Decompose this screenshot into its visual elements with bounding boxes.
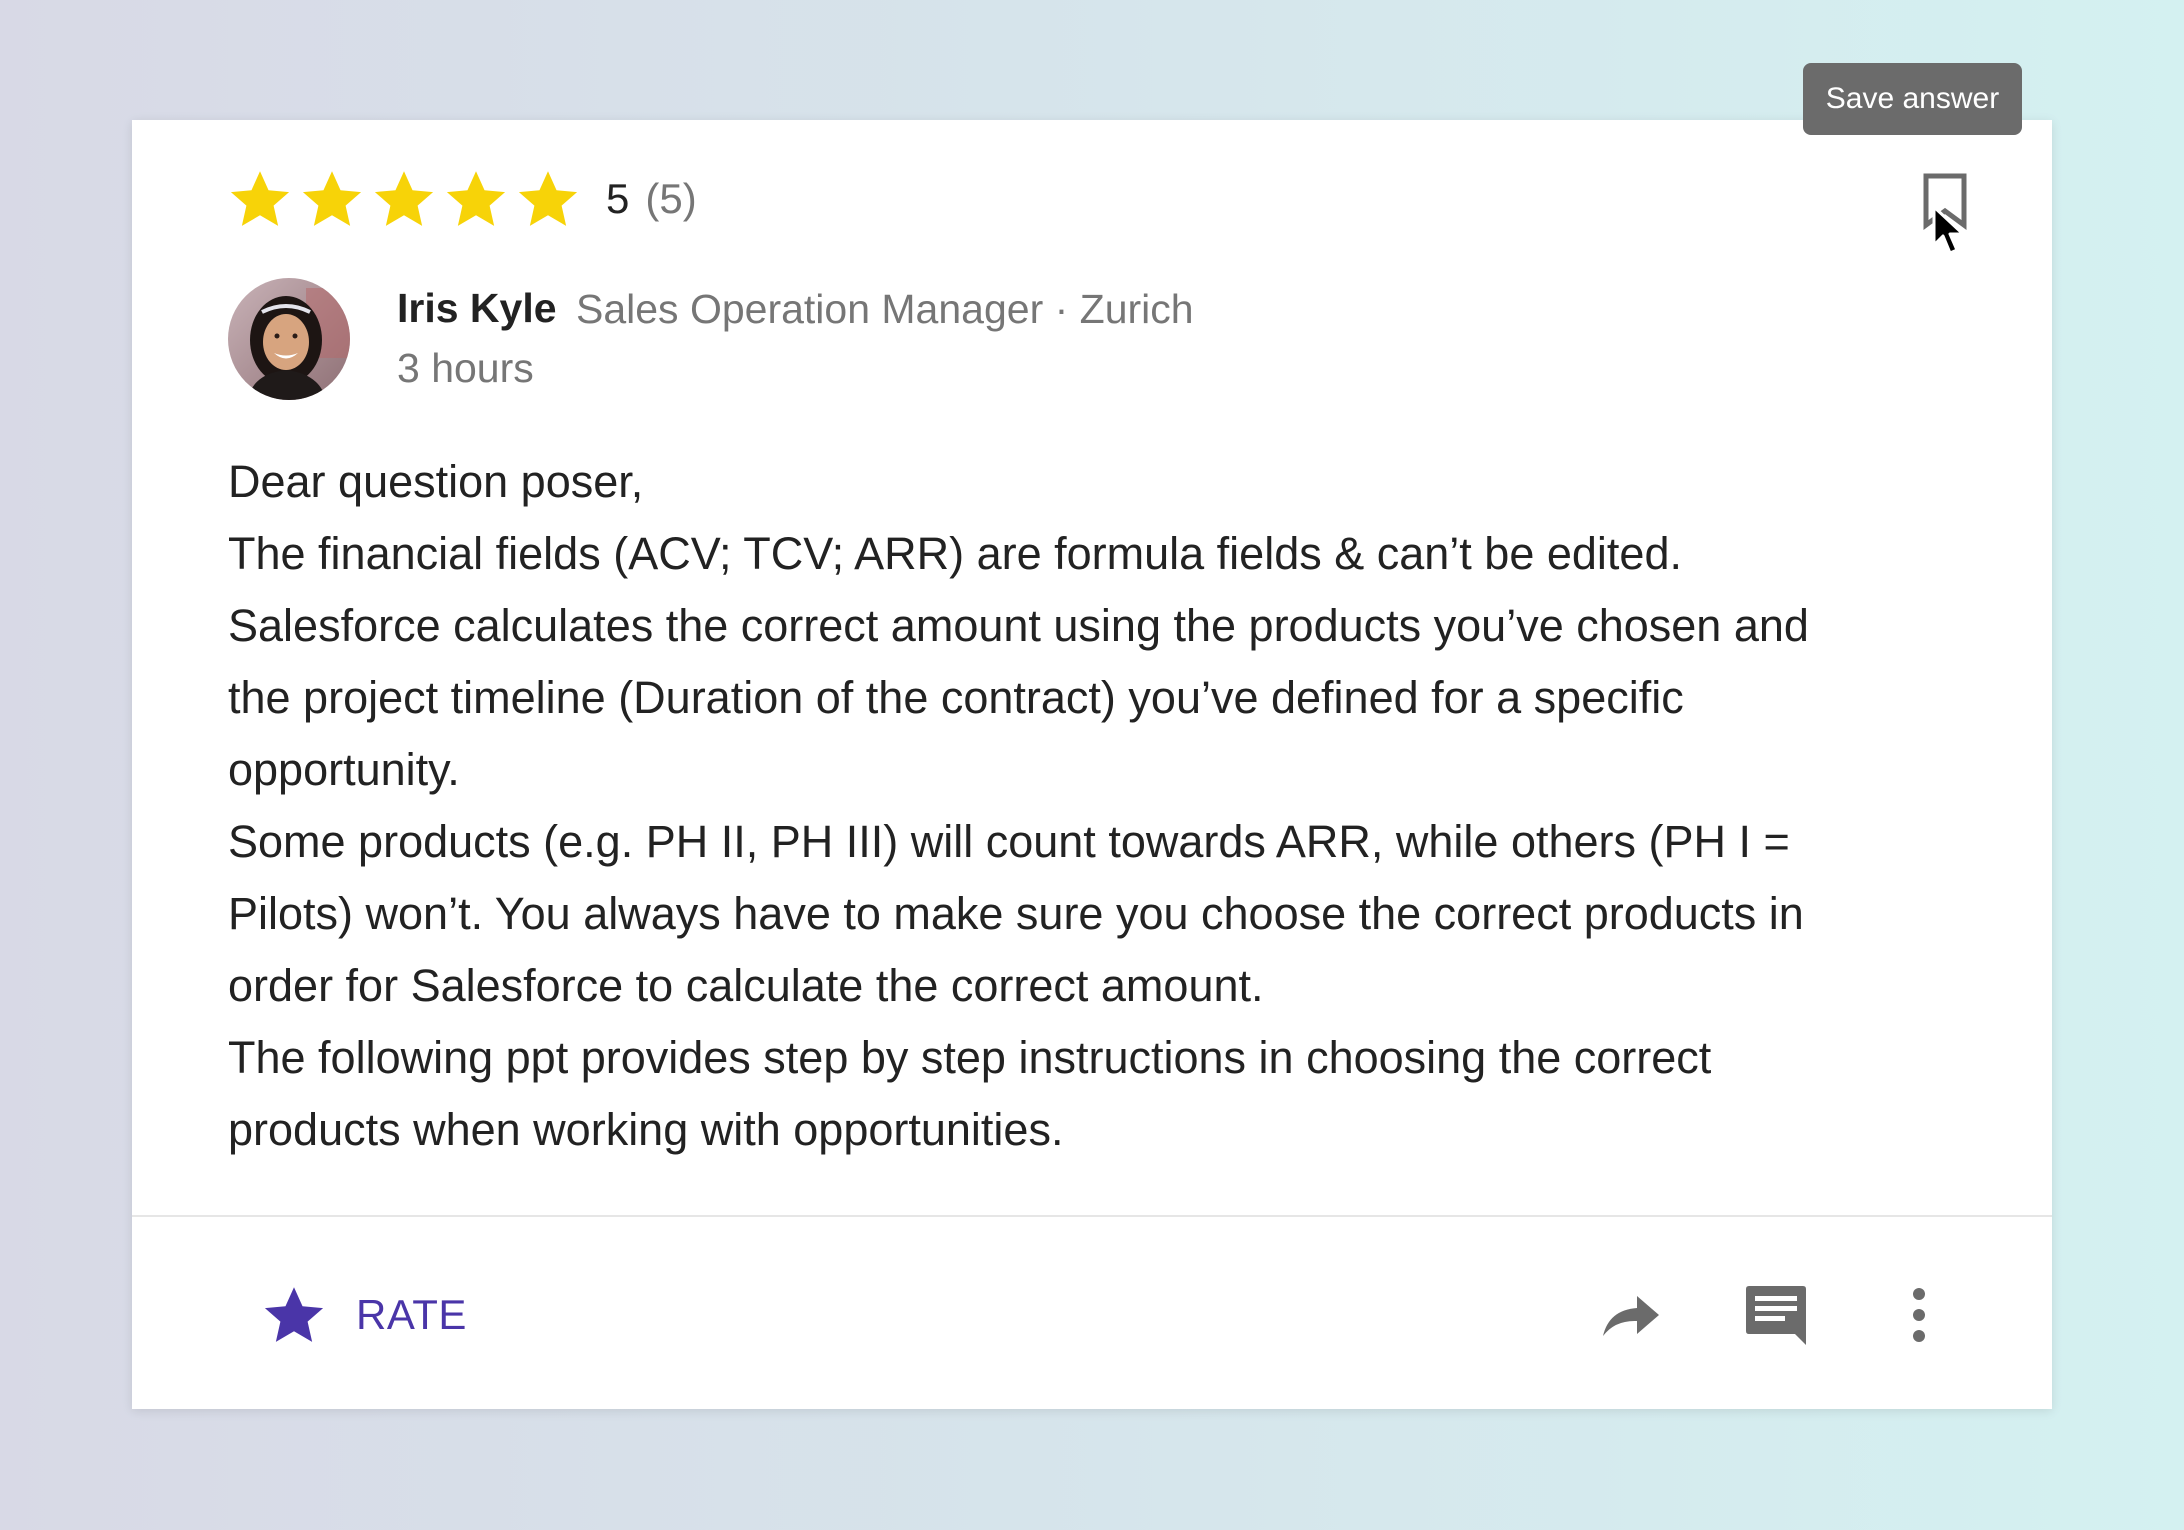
star-icon xyxy=(372,167,436,231)
answer-text: Dear question poser, The financial field… xyxy=(228,446,1968,1166)
rate-label: RATE xyxy=(356,1291,467,1338)
answer-line: Some products (e.g. PH II, PH III) will … xyxy=(228,816,1790,867)
answer-line: opportunity. xyxy=(228,744,460,795)
more-vert-icon xyxy=(1913,1288,1925,1342)
answer-line: The following ppt provides step by step … xyxy=(228,1032,1712,1083)
share-icon xyxy=(1603,1296,1659,1336)
answer-line: order for Salesforce to calculate the co… xyxy=(228,960,1264,1011)
answer-line: the project timeline (Duration of the co… xyxy=(228,672,1684,723)
star-icon xyxy=(444,167,508,231)
answer-line: Salesforce calculates the correct amount… xyxy=(228,600,1809,651)
rating-count: (5) xyxy=(645,175,697,222)
author-name[interactable]: Iris Kyle xyxy=(397,285,557,332)
mouse-cursor-icon xyxy=(1932,205,1965,255)
rating-value: 5 xyxy=(606,175,630,222)
answer-card: 5 (5) Iris Kyle Sales Operation Manager … xyxy=(132,120,2052,1409)
answer-line: The financial fields (ACV; TCV; ARR) are… xyxy=(228,528,1682,579)
rate-button[interactable]: RATE xyxy=(262,1275,467,1355)
rating-stars xyxy=(228,167,580,231)
comment-button[interactable] xyxy=(1736,1275,1816,1355)
answer-timestamp: 3 hours xyxy=(397,345,534,391)
rating-summary: 5 (5) xyxy=(228,164,697,234)
answer-line: products when working with opportunities… xyxy=(228,1104,1064,1155)
share-button[interactable] xyxy=(1591,1275,1671,1355)
star-icon xyxy=(516,167,580,231)
more-options-button[interactable] xyxy=(1879,1275,1959,1355)
star-icon xyxy=(228,167,292,231)
star-icon xyxy=(262,1283,326,1347)
save-answer-tooltip: Save answer xyxy=(1803,63,2022,135)
comment-icon xyxy=(1746,1286,1806,1345)
star-icon xyxy=(300,167,364,231)
card-divider xyxy=(132,1215,2052,1217)
author-role-location: Sales Operation Manager · Zurich xyxy=(576,286,1194,332)
answer-line: Pilots) won’t. You always have to make s… xyxy=(228,888,1804,939)
avatar xyxy=(228,278,350,400)
answer-line: Dear question poser, xyxy=(228,456,644,507)
